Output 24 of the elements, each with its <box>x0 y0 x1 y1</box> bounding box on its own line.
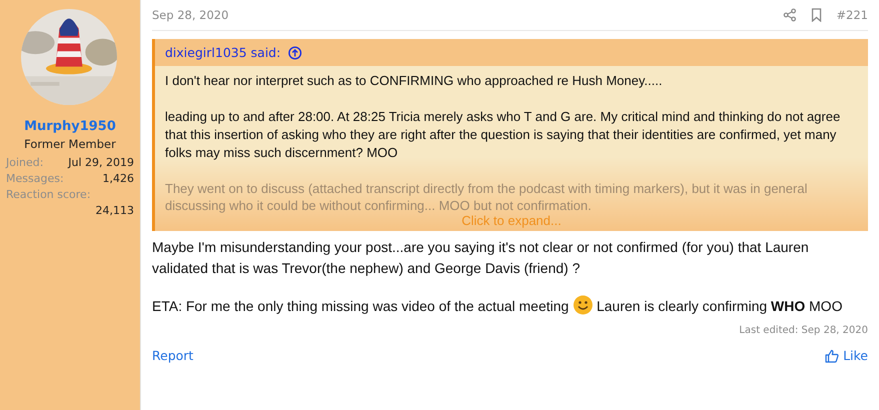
stat-value: Jul 29, 2019 <box>68 155 134 171</box>
user-title: Former Member <box>24 137 116 151</box>
last-edited-text: Last edited: Sep 28, 2020 <box>739 325 868 336</box>
stat-value: 24,113 <box>96 203 134 219</box>
stat-label: Joined: <box>6 155 44 171</box>
post-date[interactable]: Sep 28, 2020 <box>152 8 229 22</box>
quote-paragraph: I don't hear nor interpret such as to CONFIRMING who approached re Hush Money..... <box>165 72 664 90</box>
smiley-icon <box>572 295 593 315</box>
thumbs-up-icon <box>825 348 840 362</box>
message-text: Maybe I'm misunderstanding your post...are you saying it's not clear or not confirmed (for you) that Lauren validated that is was Trevor(the nephew) and George Davis (friend) ? <box>152 238 810 278</box>
username-link[interactable]: Murphy1950 <box>24 119 116 134</box>
post-number[interactable]: #221 <box>836 8 868 22</box>
stat-value: 1,426 <box>102 171 134 187</box>
share-icon[interactable] <box>783 8 798 22</box>
message-text: ETA: For me the only thing missing was video of the actual meeting <box>152 298 569 314</box>
stat-label: Messages: <box>6 171 64 187</box>
stat-label: Reaction score: <box>6 187 92 203</box>
like-button[interactable]: Like <box>825 348 868 363</box>
bookmark-icon[interactable] <box>811 8 822 22</box>
quote-paragraph: leading up to and after 28:00. At 28:25 Tricia merely asks who T and G are. My critical mind and thinking do not agree that this insertion of asking who they are right after the question is saying that their identities are confirmed, yet many folks may miss such discernment? MOO <box>165 108 842 162</box>
report-link[interactable]: Report <box>152 348 194 363</box>
message-text: Lauren is clearly confirming WHO MOO <box>596 298 842 314</box>
quote-paragraph: They went on to discuss (attached transcript directly from the podcast with timing markers), but it was in general discussing who it could be without confirming... MOO but not confirmation. <box>165 180 808 214</box>
quote-author-link[interactable]: dixiegirl1035 said: <box>165 45 281 60</box>
